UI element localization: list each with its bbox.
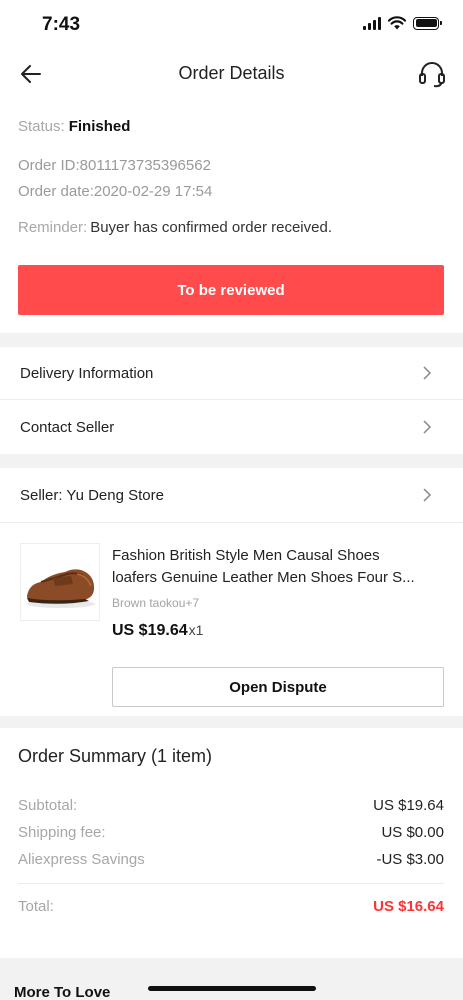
chevron-right-icon — [423, 366, 432, 380]
section-divider — [0, 716, 463, 728]
summary-row-subtotal: Subtotal: US $19.64 — [18, 797, 444, 814]
product-title-line-1: Fashion British Style Men Causal Shoes — [112, 547, 380, 564]
summary-row-shipping: Shipping fee: US $0.00 — [18, 824, 444, 841]
total-label: Total: — [18, 898, 54, 915]
home-indicator[interactable] — [148, 986, 316, 991]
nav-bar: Order Details — [0, 48, 463, 100]
summary-label: Subtotal: — [18, 797, 78, 814]
shoe-icon — [27, 569, 95, 608]
chevron-right-icon — [423, 488, 432, 502]
section-divider — [0, 333, 463, 347]
order-date: Order date:2020-02-29 17:54 — [18, 183, 213, 200]
order-reminder: Reminder: Buyer has confirmed order recei… — [18, 219, 332, 236]
status-label: Status: — [18, 118, 65, 135]
row-divider — [0, 522, 463, 523]
summary-row-total: Total: US $16.64 — [18, 898, 444, 915]
order-status: Status: Finished — [18, 118, 130, 135]
product-price-block: US $19.64x1 — [112, 622, 203, 640]
delivery-information-label: Delivery Information — [20, 364, 154, 382]
status-bar: 7:43 — [0, 0, 463, 48]
order-summary-title: Order Summary (1 item) — [18, 746, 213, 766]
summary-value: -US $3.00 — [376, 851, 444, 868]
reminder-label: Reminder: — [18, 219, 88, 236]
headset-icon[interactable] — [417, 59, 447, 89]
product-price: US $19.64 — [112, 622, 188, 639]
reminder-value: Buyer has confirmed order received. — [90, 219, 332, 236]
section-divider — [0, 454, 463, 468]
summary-row-savings: Aliexpress Savings -US $3.00 — [18, 851, 444, 868]
product-variant: Brown taokou+7 — [112, 596, 200, 610]
wifi-icon — [388, 16, 406, 30]
order-id: Order ID:8011173735396562 — [18, 157, 211, 174]
summary-label: Aliexpress Savings — [18, 851, 145, 868]
status-time: 7:43 — [42, 14, 81, 35]
status-value: Finished — [68, 118, 131, 135]
product-image[interactable] — [20, 543, 100, 621]
signal-icon — [363, 16, 381, 30]
page-title: Order Details — [178, 63, 285, 83]
summary-label: Shipping fee: — [18, 824, 106, 841]
delivery-information-row[interactable]: Delivery Information — [0, 346, 463, 400]
summary-divider — [18, 883, 444, 884]
summary-value: US $0.00 — [381, 824, 444, 841]
to-be-reviewed-button[interactable]: To be reviewed — [18, 265, 444, 315]
summary-value: US $19.64 — [373, 797, 444, 814]
product-quantity: x1 — [188, 622, 204, 638]
contact-seller-row[interactable]: Contact Seller — [0, 400, 463, 454]
status-icons — [363, 16, 442, 30]
contact-seller-label: Contact Seller — [20, 418, 115, 436]
product-title-line-2: loafers Genuine Leather Men Shoes Four S… — [112, 569, 415, 586]
seller-row[interactable]: Seller: Yu Deng Store — [0, 468, 463, 522]
more-to-love-title: More To Love — [14, 984, 111, 1000]
more-to-love-section: More To Love — [0, 958, 463, 1000]
chevron-right-icon — [423, 420, 432, 434]
product-title[interactable]: Fashion British Style Men Causal Shoes l… — [112, 545, 447, 589]
seller-label: Seller: Yu Deng Store — [20, 486, 164, 504]
open-dispute-button[interactable]: Open Dispute — [112, 667, 444, 707]
battery-icon — [413, 16, 442, 30]
total-value: US $16.64 — [373, 898, 444, 915]
